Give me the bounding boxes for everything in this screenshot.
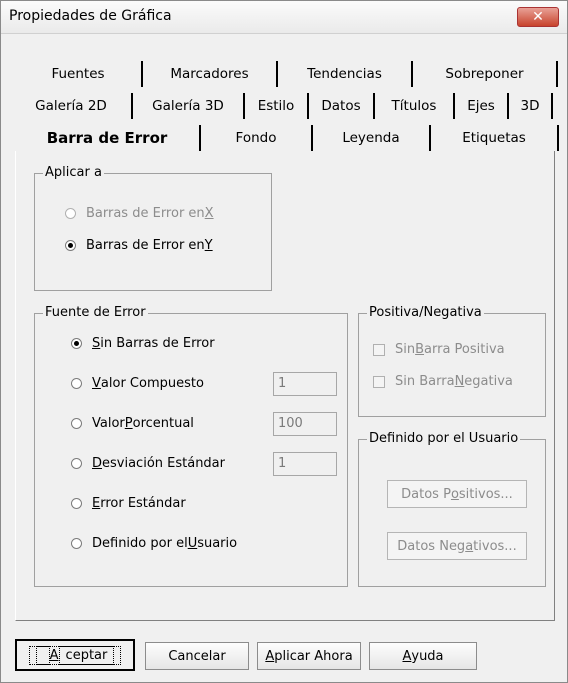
tab-tendencias[interactable]: Tendencias: [278, 61, 413, 87]
datos-positivos-button[interactable]: Datos Po sitivos...: [387, 480, 527, 508]
tab-3d[interactable]: 3D: [509, 93, 553, 119]
group-label-usuario: Definido por el Usuario: [367, 431, 521, 446]
valor-compuesto-input[interactable]: 1: [273, 372, 337, 396]
tab-row-1: Fuentes Marcadores Tendencias Sobreponer: [15, 61, 558, 87]
checkbox: [373, 375, 385, 388]
radio-circle: [71, 418, 82, 429]
tab-row-3: Barra de Error Fondo Leyenda Etiquetas: [15, 125, 559, 151]
tab-datos[interactable]: Datos: [309, 93, 375, 119]
radio-circle: [71, 498, 82, 509]
tab-etiquetas[interactable]: Etiquetas: [431, 125, 559, 151]
radio-circle: [65, 208, 76, 219]
tab-galeria-3d[interactable]: Galería 3D: [133, 93, 245, 119]
desviacion-input[interactable]: 1: [273, 452, 337, 476]
group-aplicar-a: Aplicar a Barras de Error en X Barras de…: [34, 165, 272, 291]
datos-negativos-button[interactable]: Datos Neg a tivos...: [387, 532, 527, 560]
window-title: Propiedades de Gráfica: [9, 8, 172, 24]
close-button[interactable]: ✕: [517, 7, 559, 27]
tab-sobreponer[interactable]: Sobreponer: [413, 61, 558, 87]
error-bar-panel: Aplicar a Barras de Error en X Barras de…: [15, 151, 555, 621]
radio-valor-porcentual[interactable]: Valor Porcentual: [71, 416, 194, 431]
checkbox: [373, 343, 385, 356]
aceptar-label: Aceptar: [28, 645, 122, 665]
group-fuente-de-error: Fuente de Error Sin Barras de Error Valo…: [34, 305, 348, 587]
title-bar: Propiedades de Gráfica ✕: [1, 1, 567, 34]
close-icon: ✕: [532, 9, 544, 25]
tab-row-2: Galería 2D Galería 3D Estilo Datos Títul…: [15, 93, 555, 119]
radio-circle: [71, 538, 82, 549]
radio-error-y[interactable]: Barras de Error en Y: [65, 238, 213, 253]
group-definido-usuario: Definido por el Usuario Datos Po sitivos.…: [358, 431, 546, 587]
radio-error-x[interactable]: Barras de Error en X: [65, 206, 214, 221]
radio-sin-barras[interactable]: Sin Barras de Error: [71, 336, 215, 351]
tab-leyenda[interactable]: Leyenda: [313, 125, 431, 151]
tab-fuentes[interactable]: Fuentes: [15, 61, 143, 87]
chart-properties-dialog: Propiedades de Gráfica ✕ Fuentes Marcado…: [0, 0, 568, 683]
check-sin-barra-negativa[interactable]: Sin Barra Negativa: [373, 374, 513, 389]
tab-marcadores[interactable]: Marcadores: [143, 61, 278, 87]
tab-galeria-2d[interactable]: Galería 2D: [11, 93, 133, 119]
tab-barra-de-error[interactable]: Barra de Error: [15, 125, 201, 151]
radio-error-estandar[interactable]: Error Estándar: [71, 496, 186, 511]
radio-circle-checked: [65, 240, 76, 251]
group-label-posneg: Positiva/Negativa: [367, 305, 484, 320]
cancelar-button[interactable]: Cancelar: [145, 642, 249, 670]
radio-desviacion-estandar[interactable]: Desviación Estándar: [71, 456, 225, 471]
radio-circle: [71, 458, 82, 469]
tab-titulos[interactable]: Títulos: [375, 93, 455, 119]
ayuda-button[interactable]: Ayuda: [369, 642, 477, 670]
tab-fondo[interactable]: Fondo: [201, 125, 313, 151]
valor-porcentual-input[interactable]: 100: [273, 412, 337, 436]
group-positiva-negativa: Positiva/Negativa Sin Barra Positiva Sin…: [358, 305, 546, 417]
radio-valor-compuesto[interactable]: Valor Compuesto: [71, 376, 204, 391]
tab-estilo[interactable]: Estilo: [245, 93, 309, 119]
radio-definido-usuario[interactable]: Definido por el Usuario: [71, 536, 237, 551]
group-label-fuente: Fuente de Error: [43, 305, 148, 320]
aplicar-ahora-button[interactable]: Aplicar Ahora: [257, 642, 361, 670]
aceptar-button[interactable]: Aceptar: [15, 639, 135, 671]
tab-ejes[interactable]: Ejes: [455, 93, 509, 119]
check-sin-barra-positiva[interactable]: Sin Barra Positiva: [373, 342, 505, 357]
radio-circle-checked: [71, 338, 82, 349]
group-label-aplicar: Aplicar a: [43, 165, 104, 180]
radio-circle: [71, 378, 82, 389]
